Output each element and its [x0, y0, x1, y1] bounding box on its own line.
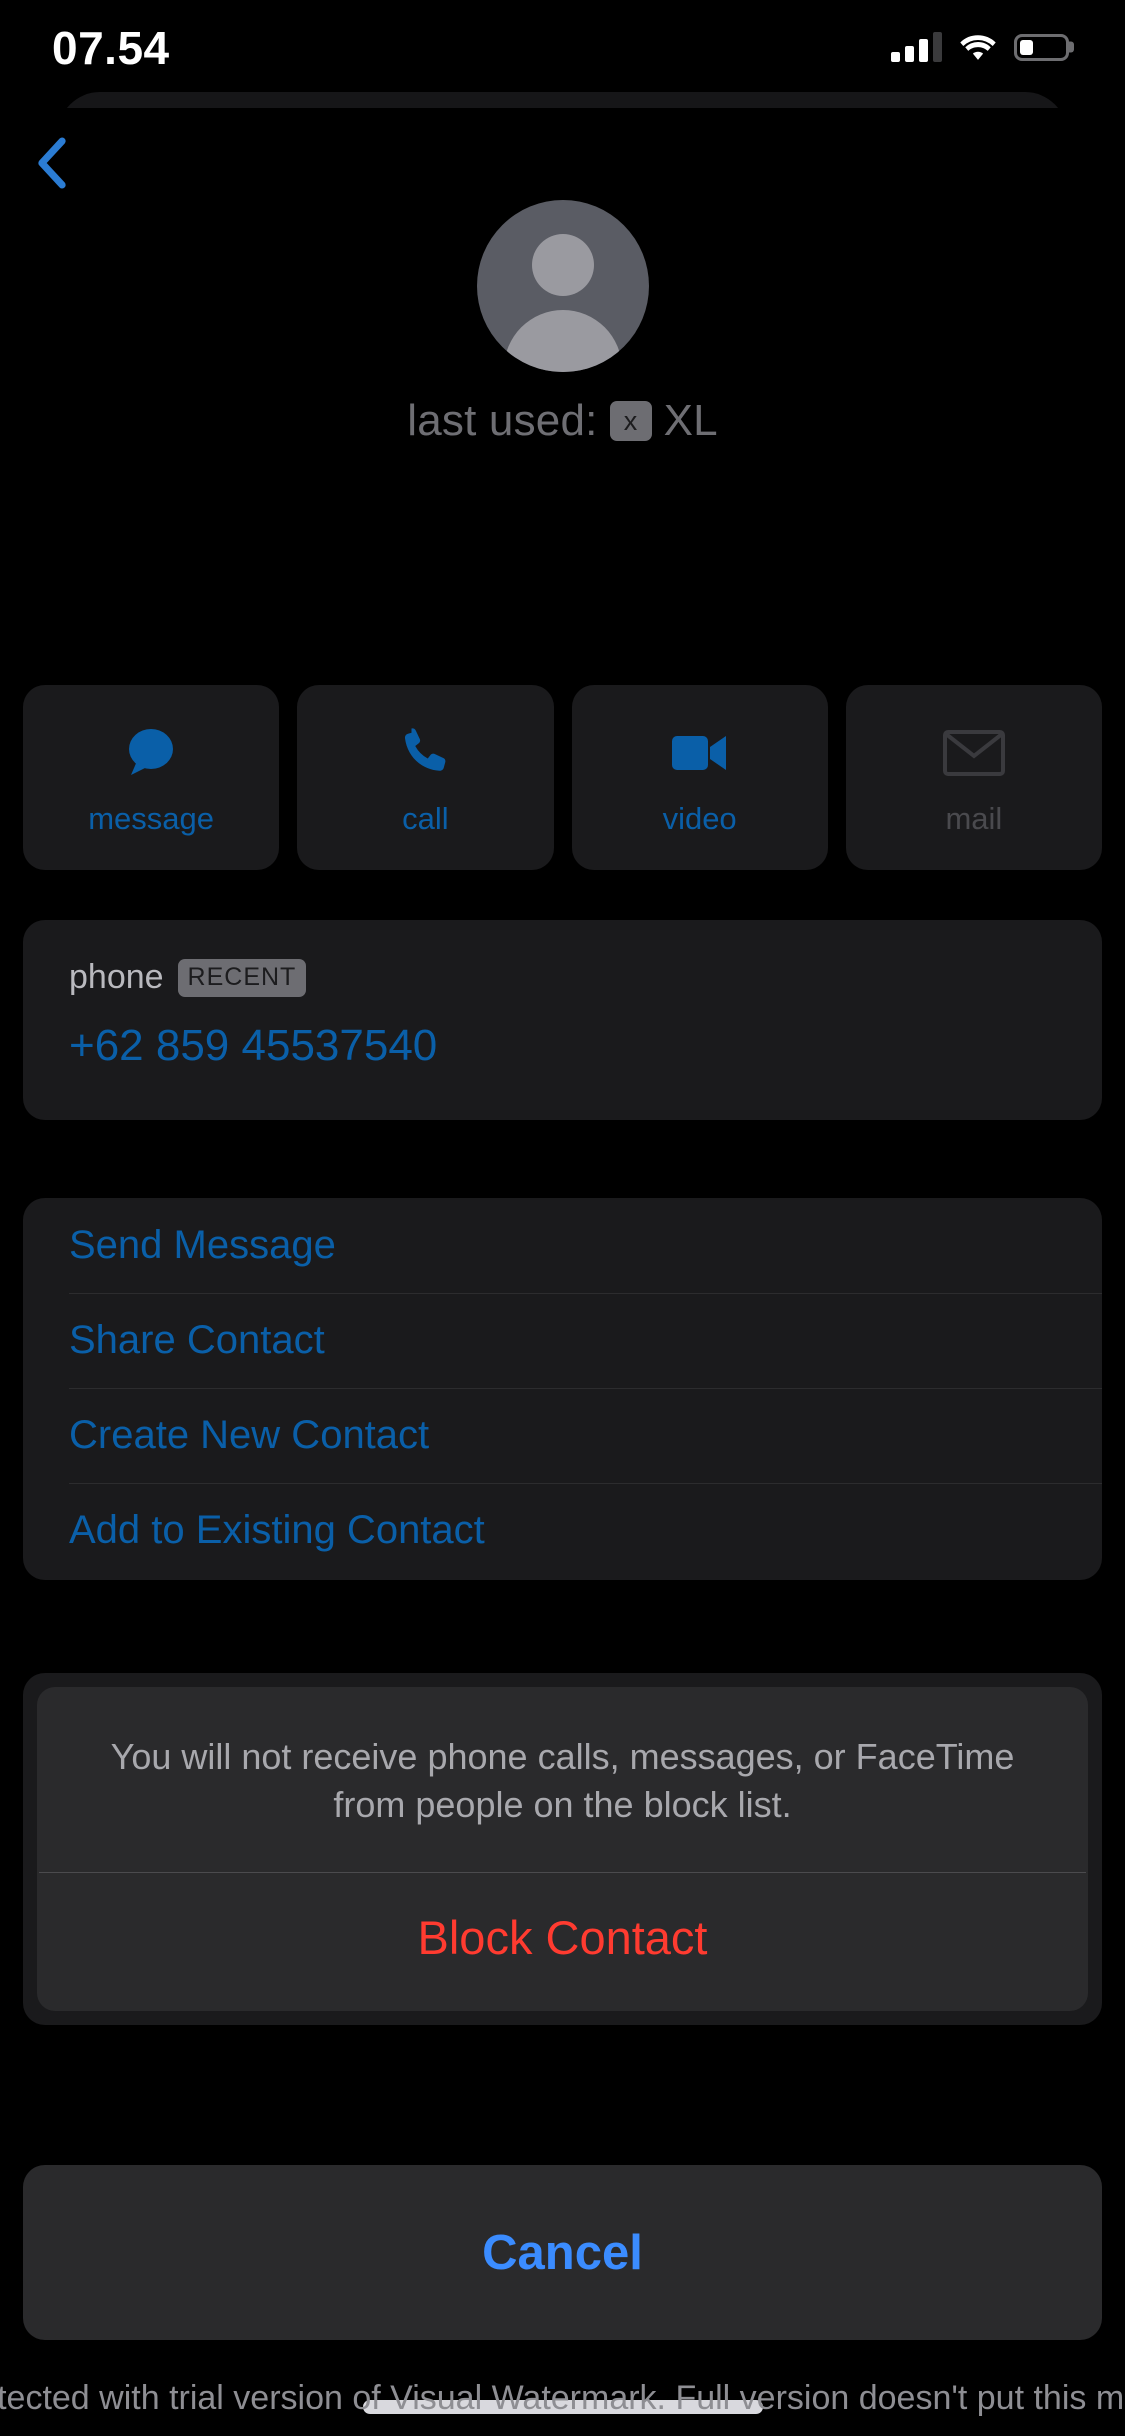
block-contact-card: You will not receive phone calls, messag…: [23, 1673, 1102, 2025]
phone-contact-action-sheet-screen: 07.54 last used: x XL message call video…: [0, 0, 1125, 2436]
envelope-icon: [942, 719, 1005, 787]
quick-action-mail-label: mail: [945, 800, 1003, 836]
phone-label-row: phone RECENT: [69, 958, 1056, 997]
back-button[interactable]: [10, 130, 94, 196]
quick-action-message[interactable]: message: [23, 685, 280, 870]
block-contact-inner: You will not receive phone calls, messag…: [37, 1687, 1088, 2011]
quick-action-message-label: message: [88, 800, 215, 836]
action-row-send-message[interactable]: Send Message: [23, 1198, 1102, 1293]
contact-name-suffix: XL: [663, 396, 718, 445]
cancel-button-label: Cancel: [482, 2225, 643, 2280]
navigation-bar: [0, 130, 1125, 196]
action-row-create-new-contact-label: Create New Contact: [69, 1413, 430, 1457]
block-contact-button[interactable]: Block Contact: [37, 1873, 1088, 2001]
action-row-add-to-existing-contact-label: Add to Existing Contact: [69, 1508, 485, 1552]
contact-name-badge: x: [609, 401, 652, 441]
quick-action-video[interactable]: video: [571, 685, 828, 870]
recent-badge: RECENT: [177, 958, 307, 997]
status-bar: 07.54: [0, 0, 1125, 88]
avatar-body-shape: [503, 310, 622, 372]
quick-action-video-label: video: [662, 800, 737, 836]
watermark-trial-notice: Protected with trial version of Visual W…: [0, 2378, 1125, 2417]
status-bar-time: 07.54: [52, 22, 170, 74]
status-bar-indicators: [891, 26, 1074, 62]
message-bubble-icon: [121, 719, 181, 787]
block-contact-description: You will not receive phone calls, messag…: [110, 1736, 1015, 1825]
battery-icon: [1014, 33, 1074, 61]
contact-actions-card: Send Message Share Contact Create New Co…: [23, 1198, 1102, 1580]
video-camera-icon: [668, 719, 732, 787]
quick-action-mail: mail: [845, 685, 1102, 870]
avatar-head-shape: [531, 234, 594, 296]
action-row-share-contact-label: Share Contact: [69, 1318, 325, 1362]
contact-name: last used: x XL: [407, 396, 718, 446]
quick-action-row: message call video mail: [23, 685, 1102, 870]
wifi-icon: [960, 35, 996, 60]
cellular-signal-icon: [891, 32, 942, 62]
action-row-add-to-existing-contact[interactable]: Add to Existing Contact: [23, 1483, 1102, 1578]
phone-number-card[interactable]: phone RECENT +62 859 45537540: [23, 920, 1102, 1120]
block-contact-button-label: Block Contact: [417, 1910, 708, 1964]
phone-label: phone: [69, 958, 164, 996]
action-row-share-contact[interactable]: Share Contact: [23, 1293, 1102, 1388]
quick-action-call[interactable]: call: [297, 685, 554, 870]
phone-number-value[interactable]: +62 859 45537540: [69, 1021, 1056, 1071]
phone-handset-icon: [395, 719, 455, 787]
action-row-create-new-contact[interactable]: Create New Contact: [23, 1388, 1102, 1483]
action-row-send-message-label: Send Message: [69, 1223, 336, 1267]
cancel-button[interactable]: Cancel: [23, 2165, 1102, 2340]
contact-header: last used: x XL: [0, 200, 1125, 446]
quick-action-call-label: call: [402, 800, 449, 836]
contact-name-prefix: last used:: [407, 396, 598, 445]
chevron-left-icon: [38, 137, 66, 189]
person-placeholder-avatar: [476, 200, 649, 372]
